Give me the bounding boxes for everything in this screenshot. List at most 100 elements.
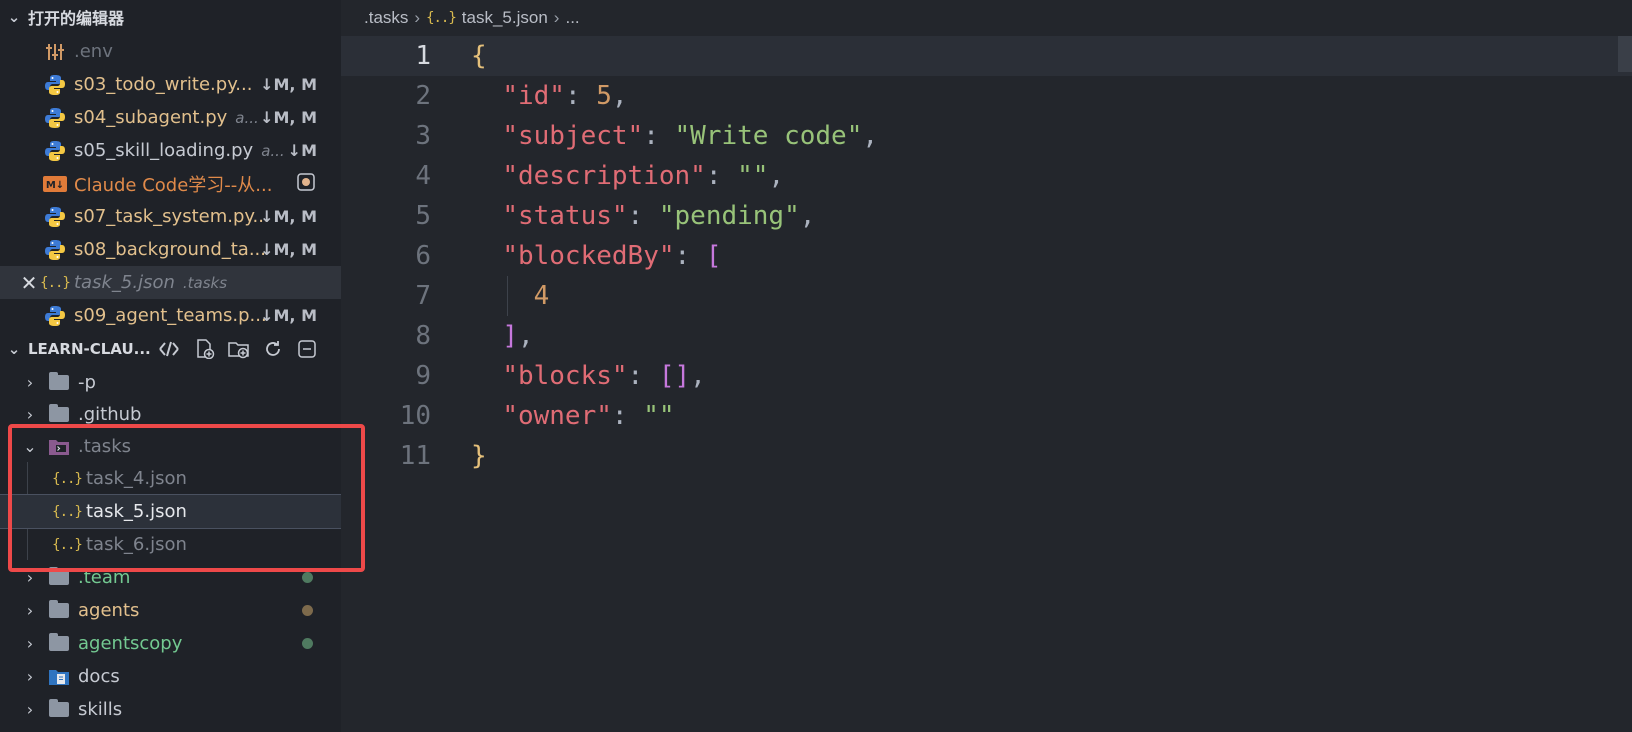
file-name: task_5.json [74,272,175,293]
chevron-right-icon: › [26,634,34,653]
file-name: s04_subagent.py [74,107,228,128]
open-editor-item[interactable]: s05_skill_loading.py a... ↓M [0,134,341,167]
scrollbar[interactable] [1618,36,1632,72]
json-key: "subject" [502,121,644,151]
open-editor-item[interactable]: M↓ Claude Code学习--从... [0,167,341,200]
tree-folder[interactable]: › agentscopy [0,627,341,660]
python-icon [42,204,68,230]
open-editor-item-active[interactable]: ✕ {..} task_5.json .tasks [0,266,341,299]
open-editor-item[interactable]: s08_background_ta... ↓M, M [0,233,341,266]
chevron-right-icon: › [26,700,34,719]
json-value: 5 [596,81,612,111]
json-key: "status" [502,201,628,231]
folder-icon [46,370,72,396]
code-line: 5 "status": "pending", [341,196,1632,236]
git-status-dot [302,605,313,616]
file-description: .tasks [182,273,228,292]
code-line: 9 "blocks": [], [341,356,1632,396]
new-file-icon[interactable] [191,335,219,363]
line-number: 1 [415,41,431,71]
git-status-badge: ↓M, M [260,240,317,259]
github-folder-icon [46,402,72,428]
breadcrumb-file[interactable]: task_5.json [462,8,548,28]
open-editor-item[interactable]: s03_todo_write.py... ↓M, M [0,68,341,101]
folder-icon [46,565,72,591]
git-status-dot [302,638,313,649]
refresh-icon[interactable] [259,335,287,363]
json-value: "" [643,401,675,431]
close-icon[interactable]: ✕ [18,271,40,295]
breadcrumb-more[interactable]: ... [565,8,579,28]
code-line: 10 "owner": "" [341,396,1632,436]
git-status-badge: ↓M, M [260,306,317,325]
python-icon [42,138,68,164]
json-key: "blocks" [502,361,628,391]
chevron-down-icon: ⌄ [23,437,37,456]
chevron-down-icon: ⌄ [7,340,21,358]
code-line: 8 ], [341,316,1632,356]
tree-folder[interactable]: › agents [0,594,341,627]
tree-folder[interactable]: › .team [0,561,341,594]
file-name: s07_task_system.py... [74,206,270,227]
folder-name: skills [78,699,123,720]
line-number: 3 [415,121,431,151]
open-editor-item[interactable]: s09_agent_teams.p... ↓M, M [0,299,341,332]
line-number: 5 [415,201,431,231]
git-compare-icon[interactable] [155,335,183,363]
chevron-right-icon: › [26,405,34,424]
folder-icon [46,697,72,723]
json-key: "owner" [502,401,612,431]
file-name: s03_todo_write.py... [74,74,253,95]
code-editor[interactable]: 1 { 2 "id": 5, 3 "subject": "Write code"… [341,36,1632,732]
chevron-right-icon: › [26,667,34,686]
code-line: 11 } [341,436,1632,476]
open-editor-item[interactable]: s04_subagent.py a... ↓M, M [0,101,341,134]
folder-name: agents [78,600,140,621]
line-number: 9 [415,361,431,391]
line-number: 10 [399,401,431,431]
folder-name: agentscopy [78,633,183,654]
tree-folder[interactable]: › docs [0,660,341,693]
json-icon: {..} [52,503,83,520]
tree-file[interactable]: {..} task_4.json [0,462,341,495]
line-number: 2 [415,81,431,111]
markdown-icon: M↓ [42,171,68,197]
sidebar: ⌄ 打开的编辑器 .env s03_todo_write.py... ↓M, M… [0,0,341,732]
json-icon: {..} [426,10,457,26]
line-number: 4 [415,161,431,191]
open-editor-item[interactable]: .env [0,35,341,68]
file-name: s05_skill_loading.py [74,140,254,161]
explorer-header[interactable]: ⌄ LEARN-CLAU... [0,332,341,366]
tree-folder[interactable]: › skills [0,693,341,726]
tree-folder-expanded[interactable]: ⌄ .tasks [0,430,341,463]
file-description: a... [235,108,259,127]
git-status-badge: ↓M, M [260,75,317,94]
json-value: 4 [533,281,550,311]
python-icon [42,237,68,263]
code-line: 1 { [341,36,1632,76]
chevron-right-icon: › [414,8,421,27]
open-editors-header[interactable]: ⌄ 打开的编辑器 [0,0,341,34]
collapse-all-icon[interactable] [293,335,321,363]
tree-file-selected[interactable]: {..} task_5.json [0,494,341,529]
python-icon [42,105,68,131]
file-name: s08_background_ta... [74,239,266,260]
tree-folder[interactable]: › -p [0,366,341,399]
json-icon: {..} [52,470,83,487]
breadcrumb-folder[interactable]: .tasks [364,8,408,28]
json-value: "" [737,161,769,191]
tree-folder[interactable]: › .github [0,398,341,431]
folder-name: .tasks [78,436,131,457]
docs-folder-icon [46,664,72,690]
unsaved-indicator [297,172,315,195]
code-line: 7 4 [341,276,1632,316]
chevron-right-icon: › [26,601,34,620]
breadcrumb: .tasks › {..} task_5.json › ... [364,0,580,36]
new-folder-icon[interactable] [225,335,253,363]
json-icon: {..} [52,536,83,553]
code-line: 4 "description": "", [341,156,1632,196]
tree-file[interactable]: {..} task_6.json [0,528,341,561]
folder-name: -p [78,372,96,393]
open-editor-item[interactable]: s07_task_system.py... ↓M, M [0,200,341,233]
json-key: "description" [502,161,706,191]
